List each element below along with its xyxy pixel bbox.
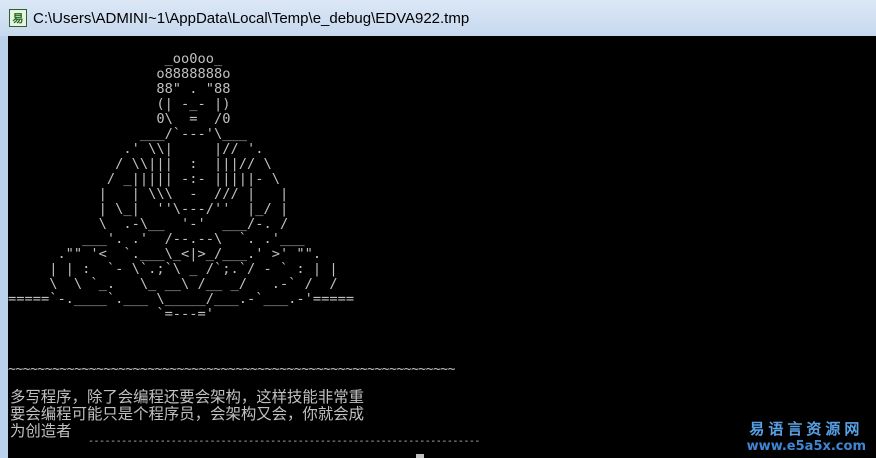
console-message: 多写程序，除了会编程还要会架构，这样技能非常重 要会编程可能只是个程序员，会架构…: [10, 389, 450, 440]
bottom-dash-rule: ----------------------------------------…: [88, 436, 480, 447]
watermark-url: www.e5a5x.com: [746, 439, 866, 454]
window-title: C:\Users\ADMINI~1\AppData\Local\Temp\e_d…: [33, 9, 470, 27]
app-icon[interactable]: 易: [9, 9, 27, 27]
title-bar[interactable]: 易 C:\Users\ADMINI~1\AppData\Local\Temp\e…: [0, 0, 876, 36]
message-line-1: 多写程序，除了会编程还要会架构，这样技能非常重: [10, 388, 364, 406]
watermark-cn: 易语言资源网: [749, 420, 864, 438]
site-watermark: 易语言资源网 www.e5a5x.com: [747, 418, 866, 454]
tilde-separator: ~~~~~~~~~~~~~~~~~~~~~~~~~~~~~~~~~~~~~~~~…: [8, 362, 455, 377]
console-output[interactable]: _oo0oo_ o8888888o 88" . "88 (| -_- |) 0\…: [8, 36, 876, 458]
text-cursor: [416, 454, 424, 458]
buddha-ascii-art: _oo0oo_ o8888888o 88" . "88 (| -_- |) 0\…: [8, 51, 355, 322]
message-line-2: 要会编程可能只是个程序员，会架构又会，你就会成: [10, 405, 364, 423]
console-window: 易 C:\Users\ADMINI~1\AppData\Local\Temp\e…: [0, 0, 876, 458]
